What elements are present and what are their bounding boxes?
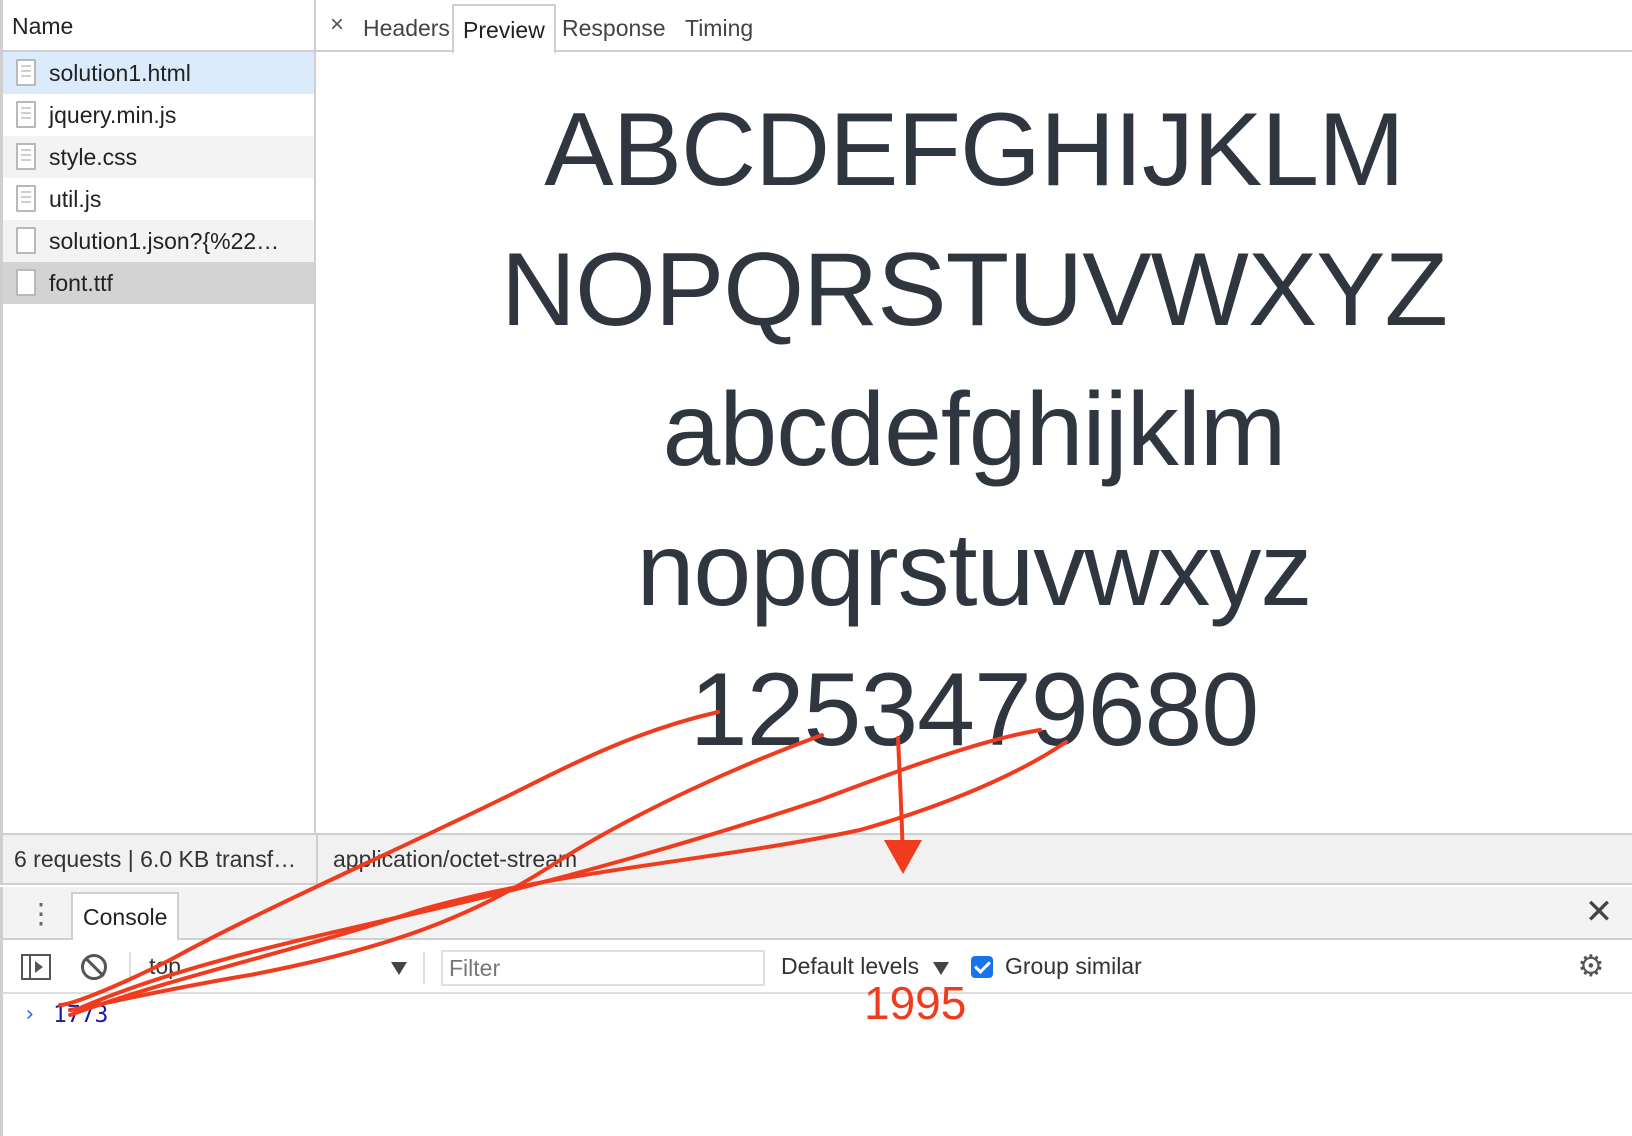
sidebar-toggle-icon[interactable] — [21, 954, 51, 980]
tab-timing[interactable]: Timing — [676, 4, 762, 52]
detail-tabbar: × Headers Preview Response Timing — [316, 0, 1632, 54]
preview-uppercase-1: ABCDEFGHIJKLM — [544, 92, 1405, 208]
preview-lowercase-1: abcdefghijklm — [662, 372, 1287, 488]
gear-icon[interactable]: ⚙ — [1576, 952, 1606, 982]
drawer-tabbar: ⋮ Console ✕ — [0, 887, 1632, 940]
blank-file-icon — [16, 227, 36, 254]
tab-preview[interactable]: Preview — [452, 4, 556, 54]
font-preview: ABCDEFGHIJKLM NOPQRSTUVWXYZ abcdefghijkl… — [316, 52, 1632, 833]
request-row[interactable]: solution1.json?{%22… — [3, 220, 314, 262]
file-list: solution1.html jquery.min.js style.css util… — [3, 52, 314, 304]
request-row[interactable]: solution1.html — [3, 52, 314, 94]
preview-lowercase-2: nopqrstuvwxyz — [636, 512, 1313, 628]
context-selector[interactable]: top — [149, 940, 409, 992]
devtools-window: Name solution1.html jquery.min.js style.cs… — [0, 0, 1632, 1136]
filter-input[interactable] — [441, 950, 765, 986]
preview-digits: 1253479680 — [689, 652, 1259, 768]
toolbar-separator — [129, 952, 131, 984]
network-panel: Name solution1.html jquery.min.js style.cs… — [0, 0, 1632, 885]
request-name: solution1.json?{%22… — [49, 228, 280, 254]
request-name: font.ttf — [49, 270, 113, 296]
status-divider — [316, 835, 318, 885]
close-detail-icon[interactable]: × — [324, 10, 350, 40]
group-similar-label[interactable]: Group similar — [1005, 940, 1142, 992]
levels-dropdown-icon[interactable] — [933, 962, 949, 975]
request-row[interactable]: style.css — [3, 136, 314, 178]
mime-type: application/octet-stream — [333, 846, 578, 872]
request-summary: 6 requests | 6.0 KB transf… — [14, 846, 297, 872]
document-icon — [16, 143, 36, 170]
request-name: style.css — [49, 144, 138, 170]
console-toolbar: top Default levels Group similar ⚙ — [0, 940, 1632, 994]
group-similar-checkbox[interactable] — [971, 956, 993, 978]
request-row[interactable]: jquery.min.js — [3, 94, 314, 136]
document-icon — [16, 59, 36, 86]
clear-console-icon[interactable] — [81, 954, 107, 980]
close-drawer-icon[interactable]: ✕ — [1582, 895, 1616, 929]
drawer-menu-icon[interactable]: ⋮ — [27, 899, 55, 929]
toolbar-separator — [423, 952, 425, 984]
console-result-value[interactable]: 1773 — [53, 1002, 108, 1028]
blank-file-icon — [16, 269, 36, 296]
request-row[interactable]: font.ttf — [3, 262, 314, 304]
request-detail: × Headers Preview Response Timing ABCDEF… — [316, 0, 1632, 833]
document-icon — [16, 185, 36, 212]
tab-response[interactable]: Response — [553, 4, 675, 52]
result-chevron-icon: › — [23, 1002, 37, 1027]
tab-console[interactable]: Console — [71, 892, 180, 940]
network-status-bar: 6 requests | 6.0 KB transf… application/… — [3, 833, 1632, 885]
annotation-label: 1995 — [864, 977, 967, 1029]
context-dropdown-icon[interactable] — [391, 962, 407, 975]
name-column-header[interactable]: Name — [3, 0, 314, 52]
preview-uppercase-2: NOPQRSTUVWXYZ — [500, 232, 1448, 348]
request-name: util.js — [49, 186, 102, 212]
request-list: Name solution1.html jquery.min.js style.cs… — [3, 0, 316, 833]
console-output[interactable]: › 1773 — [0, 994, 1632, 1136]
request-name: solution1.html — [49, 60, 191, 86]
document-icon — [16, 101, 36, 128]
request-row[interactable]: util.js — [3, 178, 314, 220]
request-name: jquery.min.js — [49, 102, 177, 128]
tab-headers[interactable]: Headers — [354, 4, 459, 52]
